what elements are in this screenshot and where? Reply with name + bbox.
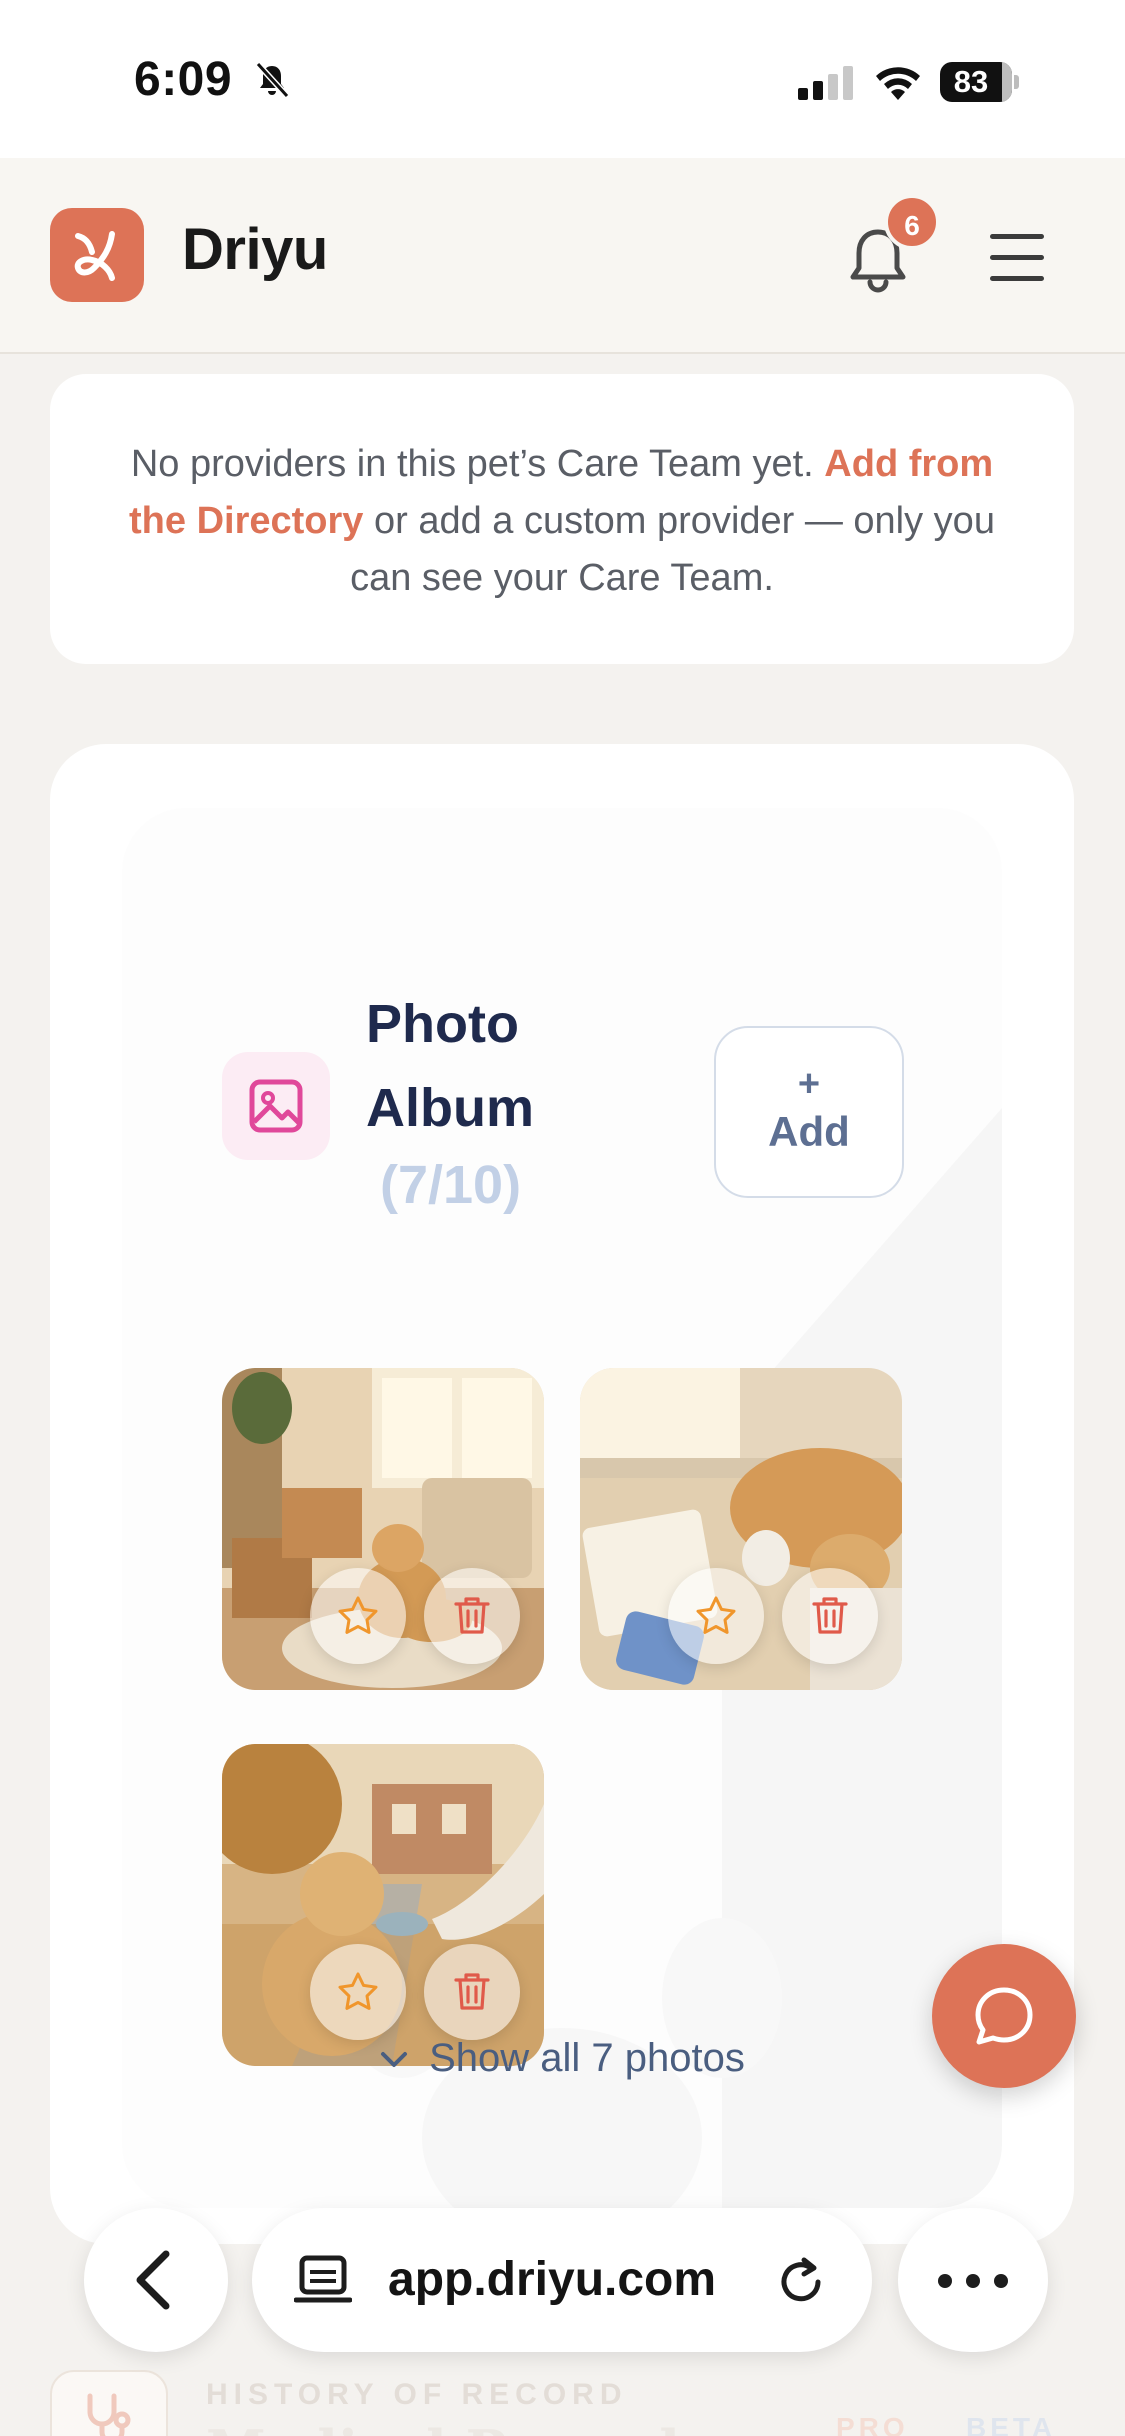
back-chevron-icon — [136, 2250, 170, 2310]
album-title: Photo Album — [366, 994, 534, 1138]
battery-level: 83 — [953, 64, 989, 99]
reload-icon[interactable] — [772, 2252, 830, 2310]
stethoscope-icon — [50, 2370, 168, 2436]
plus-icon: + — [797, 1063, 821, 1105]
show-all-photos-label: Show all 7 photos — [429, 2036, 745, 2080]
star-icon — [338, 1972, 378, 2010]
care-text-before: No providers in this pet’s Care Team yet… — [130, 443, 814, 485]
notification-badge: 6 — [884, 194, 940, 250]
section-title: Medical Records — [206, 2418, 710, 2436]
photo-thumbnail[interactable] — [222, 1744, 544, 2066]
signal-icon — [798, 66, 853, 100]
star-icon — [338, 1596, 378, 1634]
favorite-button[interactable] — [310, 1568, 406, 1664]
photo-album-panel: Photo Album (7/10) + Add Show all 7 phot… — [122, 808, 1002, 2208]
care-team-text: No providers in this pet’s Care Team yet… — [126, 436, 998, 607]
app-header: Driyu 6 — [0, 158, 1125, 354]
photo-thumbnail[interactable] — [580, 1368, 902, 1690]
photo-thumbnail[interactable] — [222, 1368, 544, 1690]
favorite-button[interactable] — [310, 1944, 406, 2040]
star-icon — [696, 1596, 736, 1634]
status-bar: 6:09 83 — [0, 0, 1125, 158]
wifi-icon — [876, 67, 920, 100]
hamburger-menu-icon[interactable] — [986, 228, 1050, 288]
image-icon — [222, 1052, 330, 1160]
beta-badge: BETA — [966, 2412, 1057, 2436]
browser-back-button[interactable] — [84, 2208, 228, 2352]
photo-album-card: Photo Album (7/10) + Add Show all 7 phot… — [50, 744, 1074, 2244]
more-icon[interactable] — [898, 2208, 1048, 2352]
delete-button[interactable] — [424, 1944, 520, 2040]
url-text: app.driyu.com — [388, 2253, 717, 2306]
chat-bubble-icon — [975, 1987, 1033, 2045]
pro-badge: PRO — [836, 2412, 909, 2436]
status-time: 6:09 — [134, 53, 233, 106]
show-all-photos-button[interactable]: Show all 7 photos — [122, 2036, 1002, 2081]
chat-button[interactable] — [932, 1944, 1076, 2088]
trash-icon — [454, 1597, 490, 1634]
delete-button[interactable] — [424, 1568, 520, 1664]
album-count: (7/10) — [380, 1155, 522, 1215]
trash-icon — [454, 1973, 490, 2010]
brand-name: Driyu — [182, 217, 328, 282]
chevron-down-icon — [381, 2052, 408, 2068]
favorite-button[interactable] — [668, 1568, 764, 1664]
add-photo-label: Add — [768, 1108, 850, 1155]
delete-button[interactable] — [782, 1568, 878, 1664]
care-team-notice: No providers in this pet’s Care Team yet… — [50, 374, 1074, 664]
care-text-after: or add a custom provider — only you can … — [350, 500, 995, 599]
logo-icon[interactable] — [50, 208, 144, 302]
add-photo-button[interactable]: + Add — [714, 1026, 904, 1198]
tab-icon — [294, 2255, 352, 2303]
battery-icon: 83 — [940, 62, 1020, 102]
section-label: HISTORY OF RECORD — [206, 2378, 628, 2411]
bell-slash-icon — [255, 61, 290, 99]
address-bar[interactable]: app.driyu.com — [252, 2208, 872, 2352]
trash-icon — [812, 1597, 848, 1634]
